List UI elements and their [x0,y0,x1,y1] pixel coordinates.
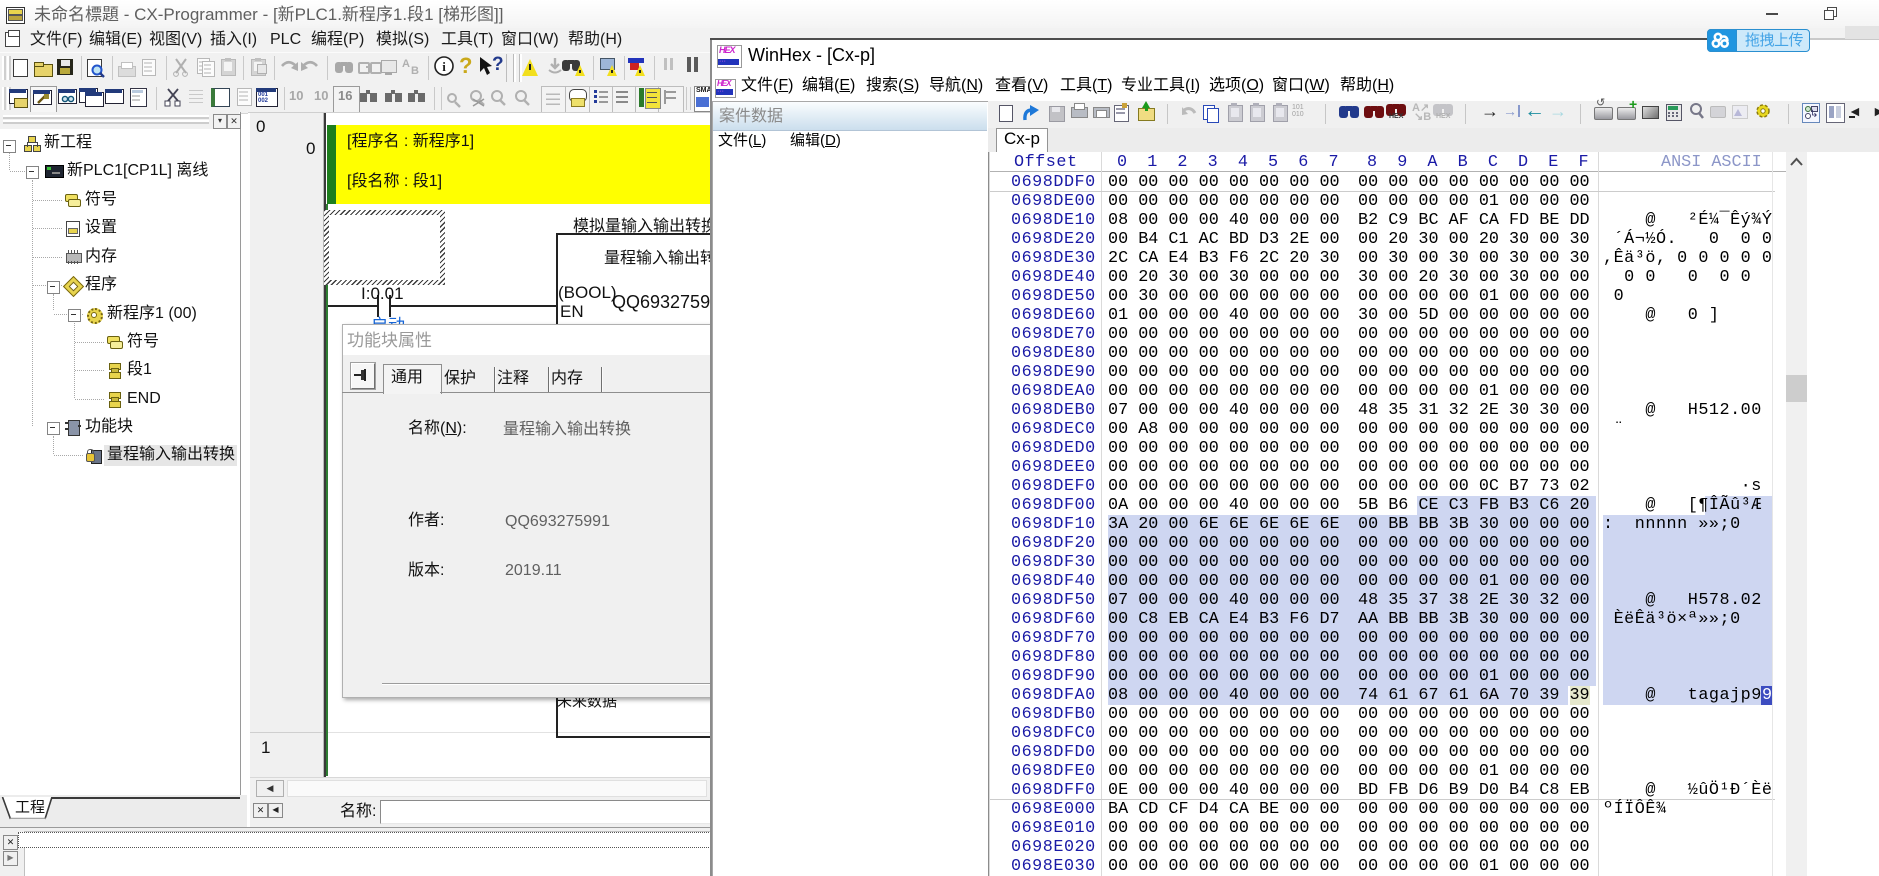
svg-text:i: i [442,59,446,74]
